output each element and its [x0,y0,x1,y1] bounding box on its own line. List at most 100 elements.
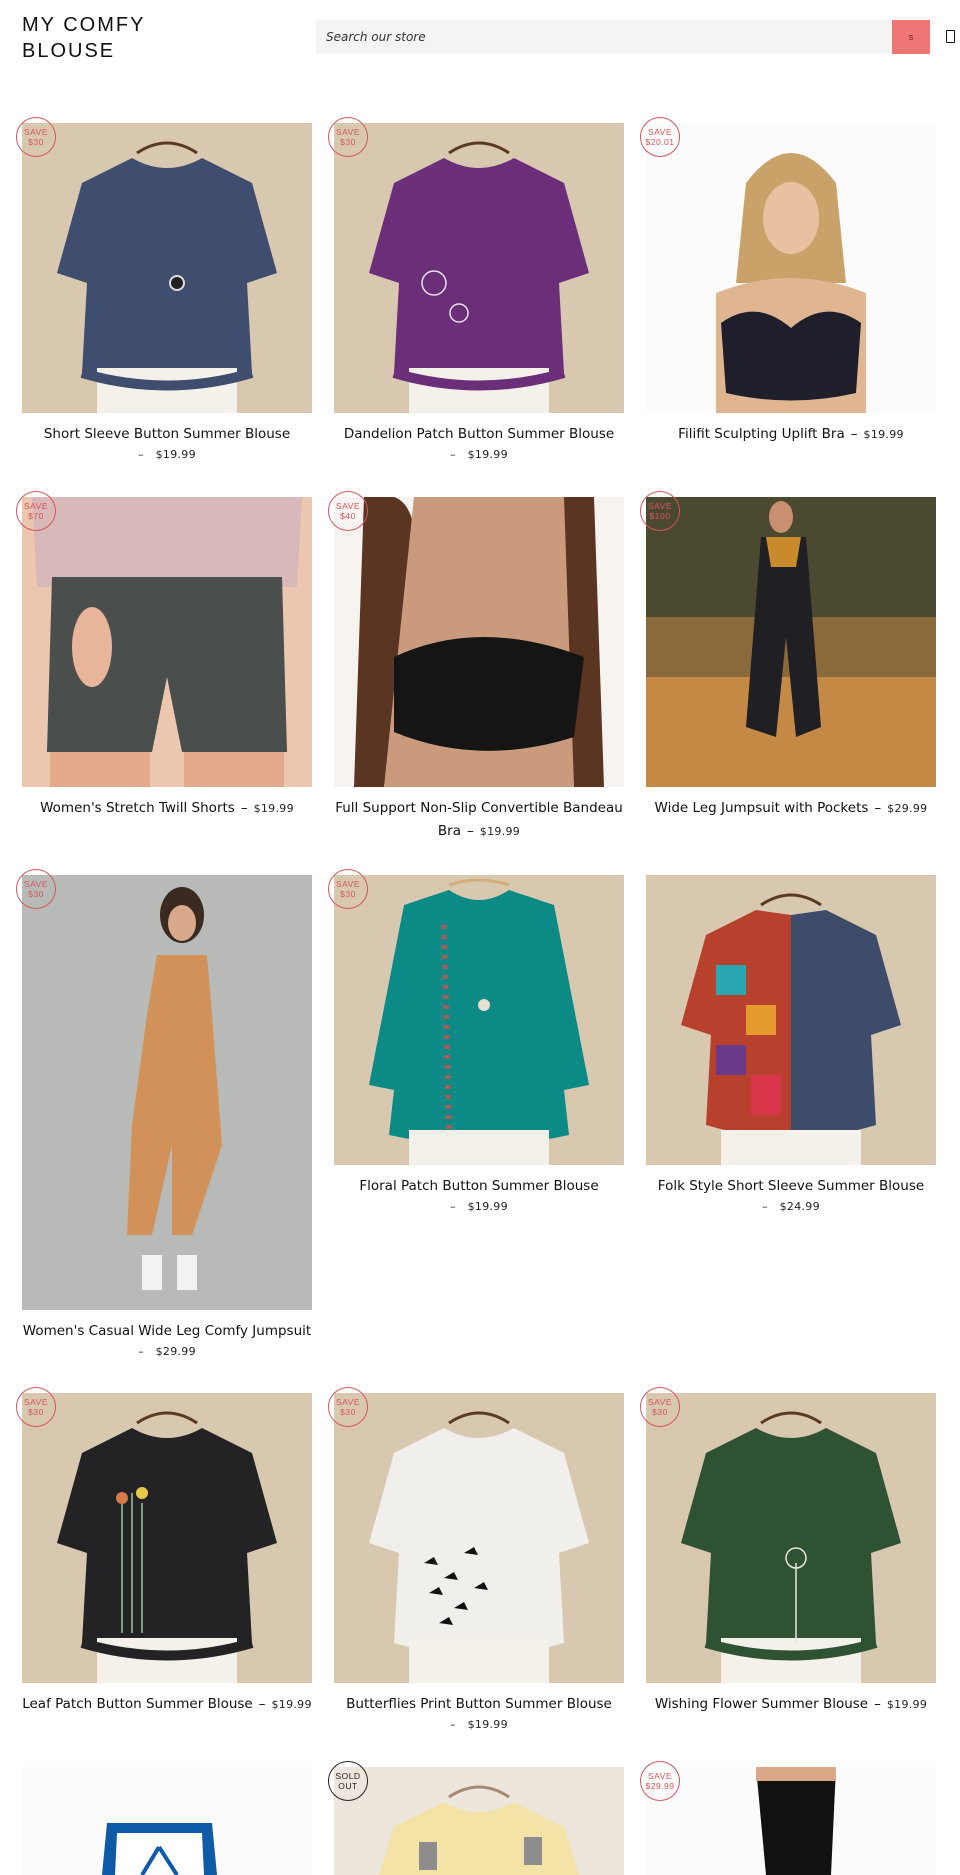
product-title[interactable]: Filifit Sculpting Uplift Bra – $19.99 [646,423,936,446]
save-badge: SAVE $30 [16,117,56,157]
product-title-text: Wishing Flower Summer Blouse [654,1696,869,1712]
product-price-line: – $24.99 [646,1199,936,1215]
product-title-line2: Bra – $19.99 [334,820,624,843]
product-image[interactable] [646,1393,936,1683]
product-image[interactable] [22,123,312,413]
save-badge-amount: $30 [28,1407,44,1417]
save-badge: SAVE $30 [16,869,56,909]
product-price: $19.99 [253,802,294,815]
search-icon: s [908,32,914,42]
product-image[interactable] [334,123,624,413]
product-title[interactable]: Women's Casual Wide Leg Comfy Jumpsuit [22,1320,312,1343]
save-badge: SAVE $30 [328,869,368,909]
save-badge-amount: $30 [652,1407,668,1417]
save-badge-amount: $30 [28,889,44,899]
product-price-line: – $29.99 [22,1344,312,1360]
price-dash: – [467,823,474,839]
save-badge-amount: $40 [340,511,356,521]
store-name-line1: MY COMFY [22,14,146,36]
save-badge-label: SAVE [647,1397,673,1407]
product-title[interactable]: Full Support Non-Slip Convertible Bandea… [334,797,624,843]
save-badge: SAVE $30 [328,117,368,157]
search-input[interactable] [316,20,892,54]
product-title[interactable]: Wide Leg Jumpsuit with Pockets – $29.99 [646,797,936,820]
product-image[interactable] [334,1767,624,1875]
product-title-text: Women's Stretch Twill Shorts [40,800,235,816]
search-button[interactable]: s [892,20,930,54]
save-badge-label: SAVE [23,127,49,137]
save-badge: SAVE $29.99 [640,1761,680,1801]
save-badge-label: SAVE [335,501,361,511]
save-badge: SAVE $20.01 [640,117,680,157]
product-title[interactable]: Leaf Patch Button Summer Blouse – $19.99 [22,1693,312,1716]
product-image[interactable] [646,123,936,413]
save-badge-label: SAVE [335,1397,361,1407]
save-badge: SAVE $70 [16,491,56,531]
price-dash: – [874,1696,881,1712]
product-price: $19.99 [467,1718,508,1731]
site-header: MY COMFY BLOUSE s [0,0,960,80]
save-badge-label: SAVE [335,127,361,137]
product-price-line: – $19.99 [334,1199,624,1215]
product-price: $29.99 [887,802,928,815]
price-dash: – [762,1200,768,1213]
save-badge-amount: $30 [28,137,44,147]
product-title[interactable]: Floral Patch Button Summer Blouse [334,1175,624,1198]
product-price: $19.99 [479,825,521,838]
product-price: $19.99 [155,448,196,461]
save-badge: SAVE $30 [640,1387,680,1427]
save-badge-amount: $70 [28,511,44,521]
save-badge-label: SAVE [23,879,49,889]
product-price: $19.99 [467,448,508,461]
product-title[interactable]: Women's Stretch Twill Shorts – $19.99 [22,797,312,820]
product-image[interactable] [646,497,936,787]
price-dash: – [450,448,456,461]
product-title-text: Filifit Sculpting Uplift Bra [678,426,845,442]
product-title[interactable]: Butterflies Print Button Summer Blouse [334,1693,624,1716]
price-dash: – [874,800,882,816]
save-badge-label: SAVE [23,501,49,511]
cart-icon[interactable] [946,30,955,43]
save-badge-amount: $30 [340,889,356,899]
price-dash: – [450,1718,456,1731]
save-badge: SAVE $40 [328,491,368,531]
product-image[interactable] [22,1767,312,1875]
product-image[interactable] [646,875,936,1165]
save-badge: SAVE $30 [328,1387,368,1427]
product-price: $19.99 [886,1698,928,1711]
save-badge-amount: $100 [649,511,671,521]
save-badge-amount: $20.01 [645,137,675,147]
product-title-line2-text: Bra [437,823,462,839]
product-title[interactable]: Folk Style Short Sleeve Summer Blouse [646,1175,936,1198]
save-badge-amount: $29.99 [645,1781,675,1791]
save-badge-label: SAVE [23,1397,49,1407]
product-image[interactable] [334,497,624,787]
product-image[interactable] [646,1767,936,1875]
save-badge: SAVE $100 [640,491,680,531]
product-image[interactable] [22,875,312,1310]
save-badge-amount: $30 [340,1407,356,1417]
product-title[interactable]: Dandelion Patch Button Summer Blouse [334,423,624,446]
save-badge-label: SAVE [335,879,361,889]
price-dash: – [850,426,858,442]
product-image[interactable] [22,497,312,787]
price-dash: – [450,1200,456,1213]
price-dash: – [258,1696,266,1712]
sold-out-badge-line2: OUT [338,1781,358,1791]
product-image[interactable] [22,1393,312,1683]
product-title-text: Wide Leg Jumpsuit with Pockets [654,800,869,816]
product-title[interactable]: Short Sleeve Button Summer Blouse [22,423,312,446]
product-price-line: – $19.99 [334,447,624,463]
price-dash: – [138,1345,144,1358]
save-badge: SAVE $30 [16,1387,56,1427]
product-price: $24.99 [779,1200,820,1213]
product-title-line1: Full Support Non-Slip Convertible Bandea… [335,800,623,816]
product-title[interactable]: Wishing Flower Summer Blouse – $19.99 [646,1693,936,1716]
product-price: $19.99 [863,428,904,441]
product-title-text: Leaf Patch Button Summer Blouse [22,1696,253,1712]
product-price: $19.99 [467,1200,508,1213]
product-price: $29.99 [155,1345,196,1358]
store-logo[interactable]: MY COMFY BLOUSE [22,12,192,64]
product-image[interactable] [334,875,624,1165]
product-image[interactable] [334,1393,624,1683]
